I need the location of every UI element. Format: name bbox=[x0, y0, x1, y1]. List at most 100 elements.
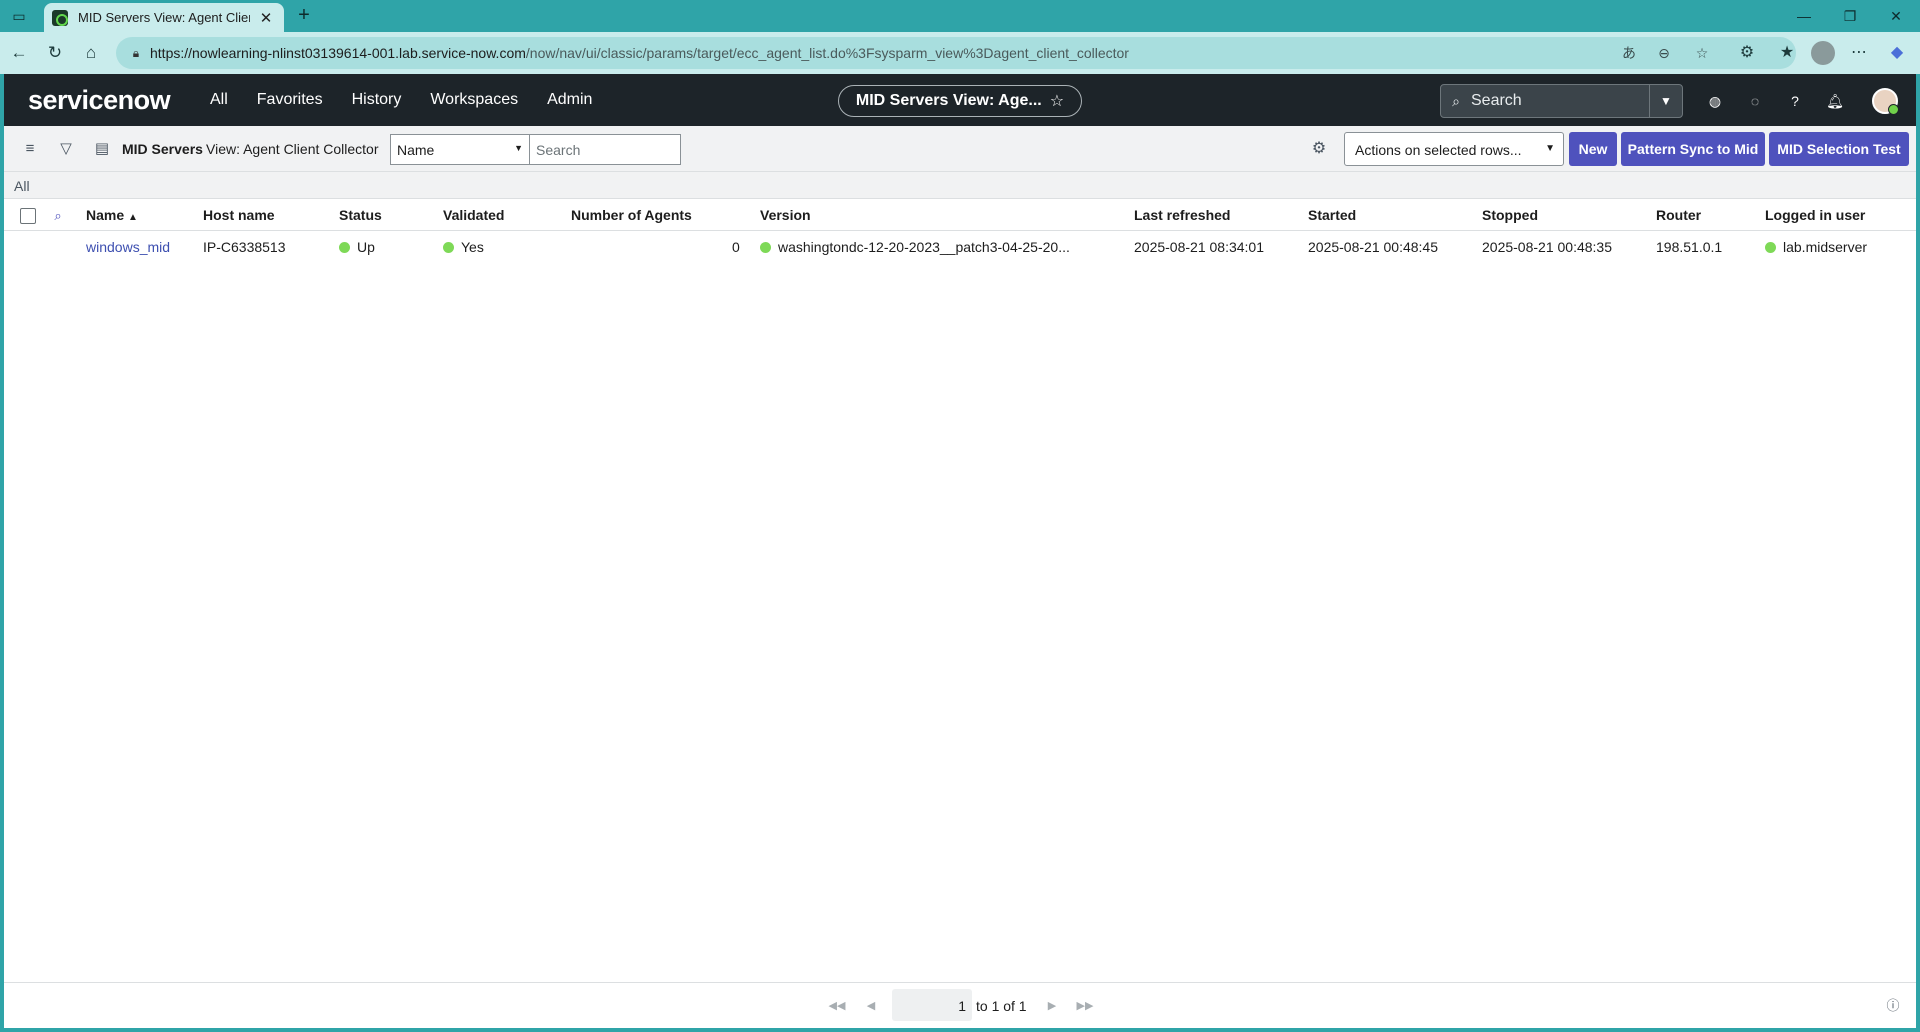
minimize-icon[interactable]: — bbox=[1784, 4, 1824, 28]
home-icon[interactable]: ⌂ bbox=[79, 41, 103, 65]
column-header-router[interactable]: Router bbox=[1656, 207, 1701, 223]
filter-icon[interactable]: ▽ bbox=[56, 139, 76, 159]
help-icon[interactable]: ? bbox=[1784, 90, 1806, 112]
actions-select-value: Actions on selected rows... bbox=[1355, 142, 1522, 158]
chevron-down-icon: ▼ bbox=[514, 143, 523, 153]
pattern-sync-button[interactable]: Pattern Sync to Mid bbox=[1621, 132, 1765, 166]
page-number-input[interactable]: 1 bbox=[892, 989, 972, 1021]
url-text[interactable]: https://nowlearning-nlinst03139614-001.l… bbox=[150, 45, 1129, 61]
favorites-icon[interactable]: ★ bbox=[1775, 41, 1799, 65]
browser-tab-active[interactable]: MID Servers View: Agent Client C ✕ bbox=[44, 3, 284, 32]
tab-title: MID Servers View: Agent Client C bbox=[78, 10, 250, 25]
nav-all[interactable]: All bbox=[210, 91, 228, 109]
info-icon[interactable]: ⓘ bbox=[1884, 997, 1902, 1015]
close-window-icon[interactable]: ✕ bbox=[1876, 4, 1916, 28]
row-router: 198.51.0.1 bbox=[1656, 239, 1723, 255]
row-stopped: 2025-08-21 00:48:35 bbox=[1482, 239, 1612, 255]
close-tab-icon[interactable]: ✕ bbox=[256, 9, 276, 27]
gear-icon[interactable]: ⚙ bbox=[1309, 139, 1329, 159]
main-nav: All Favorites History Workspaces Admin bbox=[210, 74, 621, 126]
list-title[interactable]: MID Servers bbox=[122, 141, 203, 157]
context-pill-label: MID Servers View: Age... bbox=[855, 92, 1042, 109]
chevron-down-icon: ▼ bbox=[1545, 143, 1555, 154]
extensions-icon[interactable]: ⚙ bbox=[1735, 41, 1759, 65]
browser-navbar: ← ↻ ⌂ 🔒︎ https://nowlearning-nlinst03139… bbox=[0, 32, 1920, 74]
profile-icon[interactable] bbox=[1811, 41, 1835, 65]
chat-icon[interactable]: ◌ bbox=[1744, 90, 1766, 112]
breadcrumb-all[interactable]: All bbox=[14, 178, 30, 194]
column-header-host[interactable]: Host name bbox=[203, 207, 275, 223]
servicenow-logo[interactable]: servicenow bbox=[28, 85, 171, 116]
row-status: Up bbox=[339, 239, 375, 255]
browser-tabstrip: ▭ MID Servers View: Agent Client C ✕ + —… bbox=[0, 0, 1920, 32]
globe-icon[interactable]: ◍ bbox=[1704, 90, 1726, 112]
column-search-icon[interactable]: ⌕ bbox=[50, 208, 66, 224]
column-header-stopped[interactable]: Stopped bbox=[1482, 207, 1538, 223]
tab-actions-icon[interactable]: ▭ bbox=[10, 7, 28, 25]
column-header-logged-user[interactable]: Logged in user bbox=[1765, 207, 1865, 223]
row-started: 2025-08-21 00:48:45 bbox=[1308, 239, 1438, 255]
column-header-status[interactable]: Status bbox=[339, 207, 382, 223]
row-agents: 0 bbox=[732, 239, 740, 255]
user-avatar[interactable] bbox=[1872, 88, 1899, 115]
list-toolbar: ≡ ▽ ▤ MID Servers View: Agent Client Col… bbox=[4, 126, 1916, 172]
nav-admin[interactable]: Admin bbox=[547, 91, 592, 109]
read-aloud-icon[interactable]: あ bbox=[1618, 43, 1640, 63]
global-search-placeholder: Search bbox=[1471, 92, 1522, 109]
star-icon[interactable]: ☆ bbox=[1050, 91, 1064, 111]
version-dot-icon bbox=[760, 242, 771, 253]
search-field-select[interactable]: Name ▼ bbox=[390, 134, 530, 165]
row-logged-user: lab.midserver bbox=[1765, 239, 1867, 255]
context-pill[interactable]: MID Servers View: Age... ☆ bbox=[838, 85, 1082, 117]
mid-selection-test-button[interactable]: MID Selection Test bbox=[1769, 132, 1909, 166]
servicenow-favicon-icon bbox=[52, 9, 68, 26]
pagination-summary: to 1 of 1 bbox=[976, 998, 1027, 1014]
lock-icon[interactable]: 🔒︎ bbox=[128, 45, 144, 61]
nav-favorites[interactable]: Favorites bbox=[257, 91, 323, 109]
column-header-last-refreshed[interactable]: Last refreshed bbox=[1134, 207, 1230, 223]
settings-more-icon[interactable]: ⋯ bbox=[1847, 41, 1871, 65]
global-search-input[interactable]: ⌕ Search bbox=[1440, 84, 1650, 118]
row-name-link[interactable]: windows_mid bbox=[86, 239, 170, 255]
favorite-star-icon[interactable]: ☆ bbox=[1691, 43, 1713, 63]
row-host: IP-C6338513 bbox=[203, 239, 286, 255]
column-header-validated[interactable]: Validated bbox=[443, 207, 504, 223]
status-dot-icon bbox=[339, 242, 350, 253]
copilot-icon[interactable]: ◆ bbox=[1885, 41, 1909, 65]
new-tab-icon[interactable]: + bbox=[292, 4, 316, 28]
new-button[interactable]: New bbox=[1569, 132, 1617, 166]
list-context-menu-icon[interactable]: ▤ bbox=[92, 139, 112, 159]
search-scope-dropdown[interactable]: ▼ bbox=[1649, 84, 1683, 118]
pagination-footer: ◀◀ ◀ 1 to 1 of 1 ▶ ▶▶ ⓘ bbox=[4, 982, 1916, 1028]
row-last-refreshed: 2025-08-21 08:34:01 bbox=[1134, 239, 1264, 255]
address-bar[interactable]: 🔒︎ https://nowlearning-nlinst03139614-00… bbox=[116, 37, 1796, 69]
nav-workspaces[interactable]: Workspaces bbox=[430, 91, 518, 109]
table-header: Name ▲ Host name Status Validated Number… bbox=[4, 199, 1916, 231]
first-page-icon[interactable]: ◀◀ bbox=[828, 997, 846, 1015]
list-search-input[interactable]: Search bbox=[529, 134, 681, 165]
back-icon[interactable]: ← bbox=[7, 41, 31, 65]
servicenow-app: servicenow All Favorites History Workspa… bbox=[4, 74, 1916, 1028]
validated-dot-icon bbox=[443, 242, 454, 253]
row-version: washingtondc-12-20-2023__patch3-04-25-20… bbox=[760, 239, 1070, 255]
select-all-checkbox[interactable] bbox=[20, 208, 36, 224]
refresh-icon[interactable]: ↻ bbox=[43, 41, 67, 65]
column-header-name[interactable]: Name ▲ bbox=[86, 207, 138, 223]
list-view-label: View: Agent Client Collector bbox=[206, 141, 379, 157]
column-header-started[interactable]: Started bbox=[1308, 207, 1356, 223]
column-header-version[interactable]: Version bbox=[760, 207, 811, 223]
nav-history[interactable]: History bbox=[352, 91, 402, 109]
notifications-icon[interactable]: 🔔︎ bbox=[1824, 90, 1846, 112]
column-header-agents[interactable]: Number of Agents bbox=[571, 207, 692, 223]
more-tools-icon[interactable]: ⊖ bbox=[1653, 43, 1675, 63]
next-page-icon[interactable]: ▶ bbox=[1043, 997, 1061, 1015]
servicenow-header: servicenow All Favorites History Workspa… bbox=[4, 74, 1916, 126]
logged-user-dot-icon bbox=[1765, 242, 1776, 253]
restore-icon[interactable]: ❐ bbox=[1830, 4, 1870, 28]
search-icon: ⌕ bbox=[1452, 92, 1460, 109]
previous-page-icon[interactable]: ◀ bbox=[862, 997, 880, 1015]
row-validated: Yes bbox=[443, 239, 484, 255]
last-page-icon[interactable]: ▶▶ bbox=[1076, 997, 1094, 1015]
actions-select[interactable]: Actions on selected rows... ▼ bbox=[1344, 132, 1564, 166]
hamburger-menu-icon[interactable]: ≡ bbox=[20, 139, 40, 159]
